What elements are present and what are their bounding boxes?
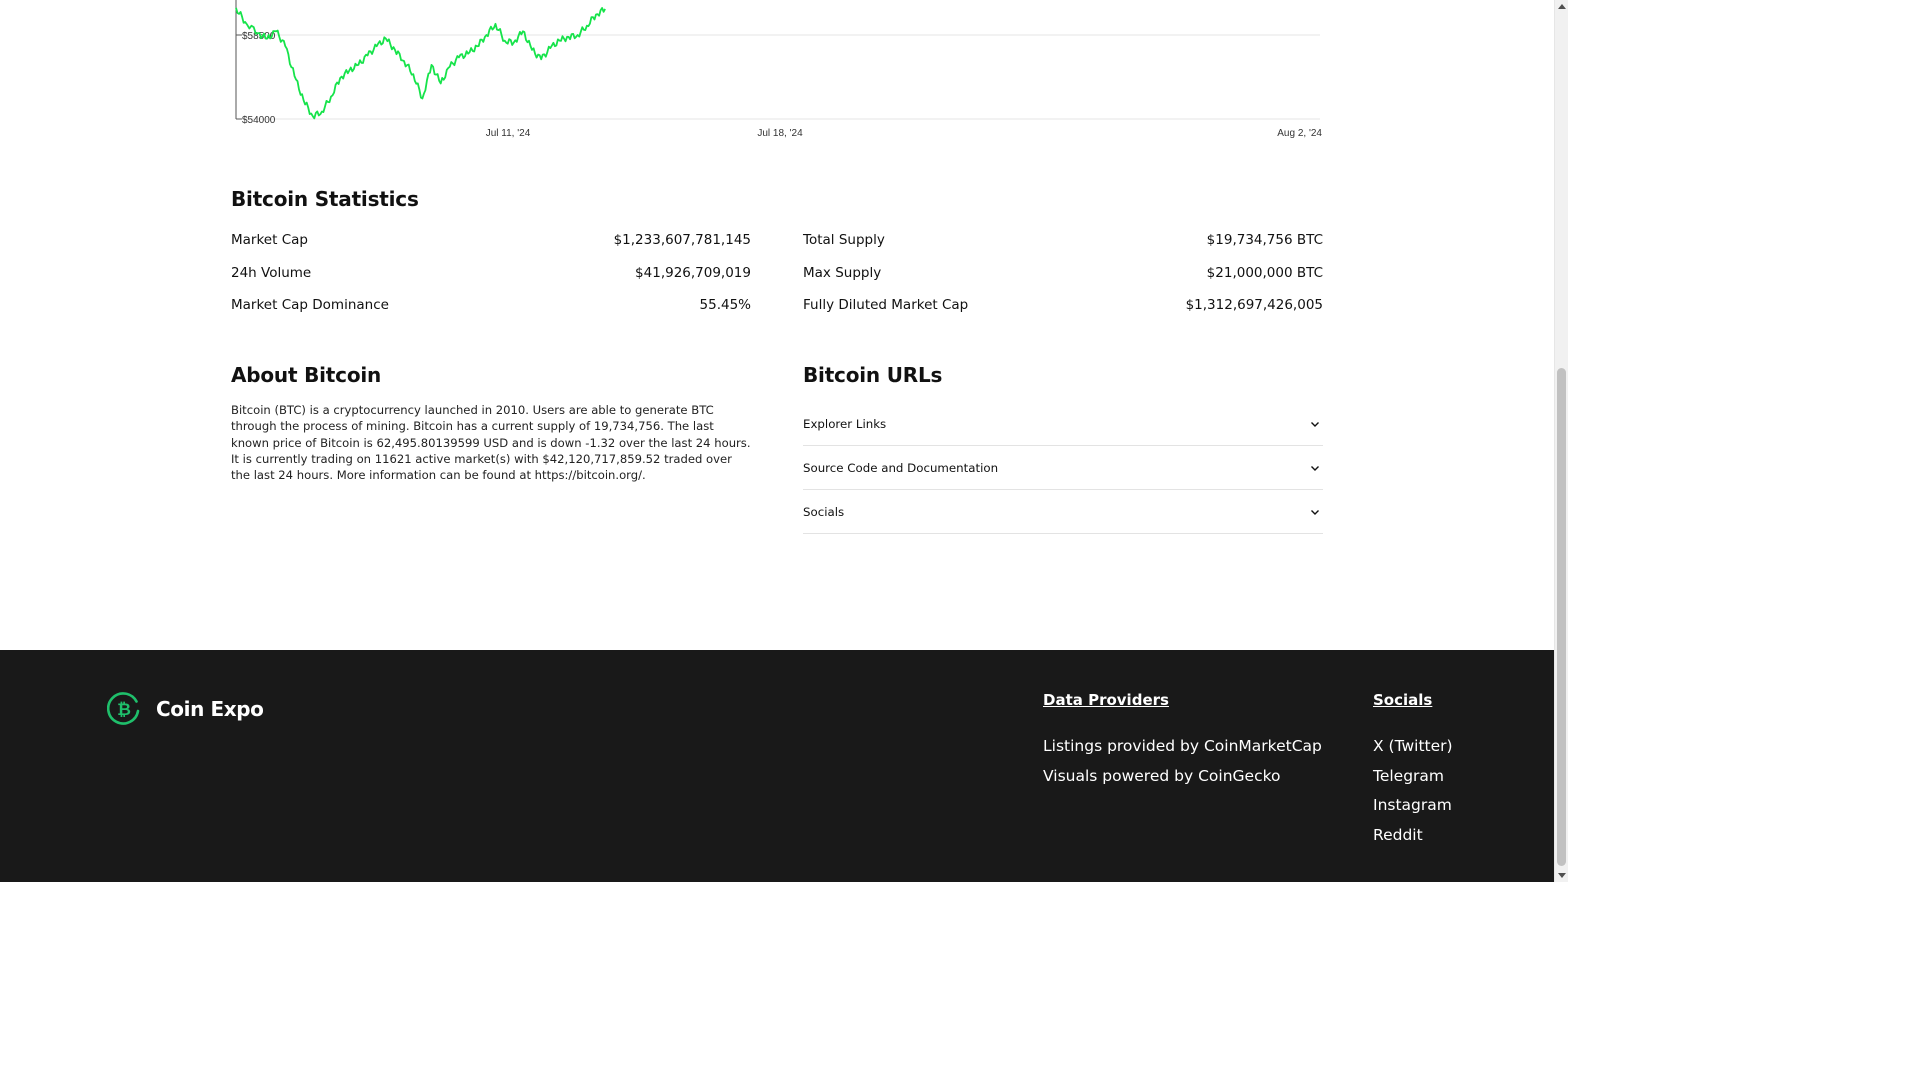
- footer: ₿ Coin Expo Data Providers Listings prov…: [0, 650, 1554, 882]
- stat-row-dominance: Market Cap Dominance 55.45%: [231, 289, 751, 322]
- stat-row-fully-diluted: Fully Diluted Market Cap $1,312,697,426,…: [803, 289, 1323, 322]
- stat-value: $41,926,709,019: [635, 264, 751, 281]
- scroll-down-arrow-icon[interactable]: [1558, 873, 1566, 878]
- chevron-down-icon: [1311, 465, 1319, 471]
- urls-accordion: Explorer Links Source Code and Documenta…: [803, 402, 1323, 534]
- footer-link-coingecko[interactable]: Visuals powered by CoinGecko: [1043, 762, 1322, 792]
- stat-value: $19,734,756 BTC: [1206, 232, 1323, 249]
- footer-socials: Socials X (Twitter) Telegram Instagram R…: [1373, 690, 1453, 850]
- statistics-title: Bitcoin Statistics: [231, 187, 419, 211]
- footer-link-telegram[interactable]: Telegram: [1373, 762, 1453, 792]
- scrollbar-thumb[interactable]: [1557, 368, 1566, 866]
- chevron-down-icon: [1311, 509, 1319, 515]
- stat-row-max-supply: Max Supply $21,000,000 BTC: [803, 257, 1323, 290]
- stat-value: $21,000,000 BTC: [1206, 264, 1323, 281]
- svg-text:₿: ₿: [117, 700, 131, 720]
- stat-label: Fully Diluted Market Cap: [803, 297, 969, 314]
- about-title: About Bitcoin: [231, 363, 382, 387]
- page: $58500 $54000 Jul 11, '24 Jul 18, '24 Au…: [0, 0, 1568, 882]
- stat-label: Total Supply: [803, 232, 885, 249]
- footer-link-instagram[interactable]: Instagram: [1373, 791, 1453, 821]
- footer-link-reddit[interactable]: Reddit: [1373, 821, 1453, 851]
- main-content: $58500 $54000 Jul 11, '24 Jul 18, '24 Au…: [0, 0, 1554, 650]
- chevron-down-icon: [1311, 421, 1319, 427]
- y-tick-label: $54000: [242, 115, 276, 126]
- accordion-source-code[interactable]: Source Code and Documentation: [803, 446, 1323, 490]
- stat-label: Market Cap: [231, 232, 308, 249]
- urls-title: Bitcoin URLs: [803, 363, 943, 387]
- price-chart: $58500 $54000 Jul 11, '24 Jul 18, '24 Au…: [210, 0, 1340, 150]
- stat-label: Market Cap Dominance: [231, 297, 389, 314]
- statistics-left-column: Market Cap $1,233,607,781,145 24h Volume…: [231, 224, 751, 322]
- footer-brand[interactable]: ₿ Coin Expo: [107, 692, 264, 726]
- stat-label: 24h Volume: [231, 264, 312, 281]
- stat-value: 55.45%: [699, 297, 751, 314]
- stat-label: Max Supply: [803, 264, 882, 281]
- x-tick-label: Jul 11, '24: [486, 128, 531, 139]
- price-series-line: [235, 7, 606, 120]
- data-providers-heading[interactable]: Data Providers: [1043, 690, 1322, 714]
- page-scrollbar[interactable]: [1554, 0, 1568, 882]
- accordion-label: Socials: [803, 504, 845, 519]
- footer-data-providers: Data Providers Listings provided by Coin…: [1043, 690, 1322, 791]
- stat-row-total-supply: Total Supply $19,734,756 BTC: [803, 224, 1323, 257]
- accordion-label: Explorer Links: [803, 416, 887, 431]
- stat-value: $1,312,697,426,005: [1185, 297, 1323, 314]
- socials-heading[interactable]: Socials: [1373, 690, 1453, 714]
- about-description: Bitcoin (BTC) is a cryptocurrency launch…: [231, 403, 751, 483]
- stat-row-24h-volume: 24h Volume $41,926,709,019: [231, 257, 751, 290]
- x-tick-label: Jul 18, '24: [757, 128, 803, 139]
- scroll-up-arrow-icon[interactable]: [1558, 4, 1566, 9]
- x-tick-label: Aug 2, '24: [1277, 128, 1322, 139]
- stat-row-market-cap: Market Cap $1,233,607,781,145: [231, 224, 751, 257]
- statistics-right-column: Total Supply $19,734,756 BTC Max Supply …: [803, 224, 1323, 322]
- accordion-explorer-links[interactable]: Explorer Links: [803, 402, 1323, 446]
- accordion-label: Source Code and Documentation: [803, 460, 999, 475]
- price-chart-svg: $58500 $54000 Jul 11, '24 Jul 18, '24 Au…: [235, 0, 1322, 139]
- footer-link-twitter[interactable]: X (Twitter): [1373, 732, 1453, 762]
- stat-value: $1,233,607,781,145: [613, 232, 751, 249]
- brand-name: Coin Expo: [156, 697, 264, 721]
- accordion-socials[interactable]: Socials: [803, 490, 1323, 534]
- footer-link-coinmarketcap[interactable]: Listings provided by CoinMarketCap: [1043, 732, 1322, 762]
- coin-expo-logo-icon: ₿: [107, 692, 140, 725]
